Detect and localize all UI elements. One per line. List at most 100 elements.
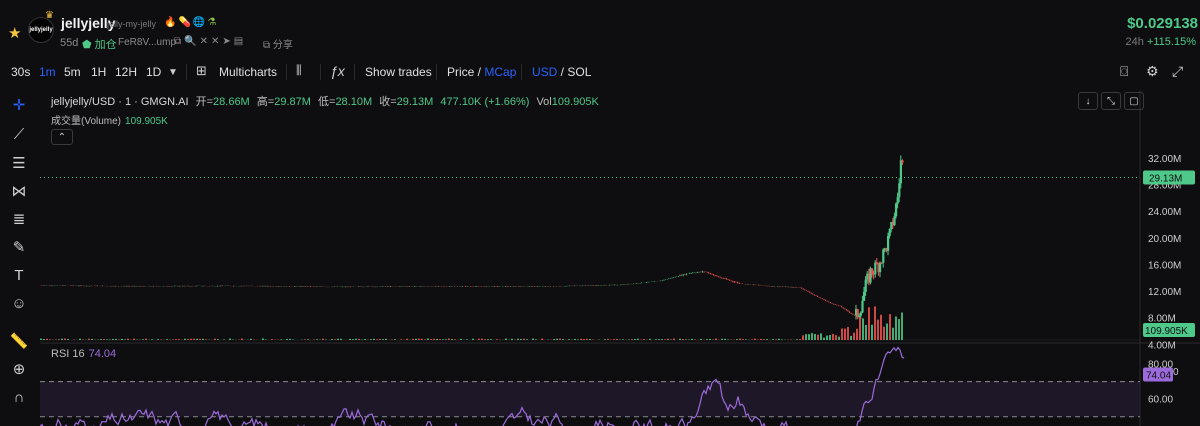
candle-body xyxy=(899,160,902,184)
volume-bar xyxy=(895,316,897,340)
fib-levels-icon[interactable]: ≣ xyxy=(8,208,30,230)
currency-toggle[interactable]: USD / SOL xyxy=(532,65,591,79)
candle-body xyxy=(898,183,901,198)
move-down-icon[interactable]: ↓ xyxy=(1078,92,1098,110)
volume-bar xyxy=(175,339,177,340)
volume-bar xyxy=(799,339,801,340)
candle-body xyxy=(895,203,898,217)
brush-icon[interactable]: ✎ xyxy=(8,236,30,258)
interval-1d[interactable]: 1D xyxy=(146,65,161,79)
volume-bar xyxy=(331,339,333,340)
volume-bar xyxy=(289,338,291,340)
collapse-legend-button[interactable]: ⌃ xyxy=(51,129,73,145)
volume-bar xyxy=(358,338,360,340)
volume-bar xyxy=(880,314,882,340)
interval-dropdown-icon[interactable]: ▼ xyxy=(168,67,178,78)
volume-bar xyxy=(157,339,159,340)
volume-bar xyxy=(901,312,903,340)
show-trades-button[interactable]: Show trades xyxy=(365,65,432,79)
trend-line-icon[interactable]: ⟋ xyxy=(8,123,30,145)
interval-1m[interactable]: 1m xyxy=(39,65,56,79)
volume-bar xyxy=(352,339,354,340)
volume-bar xyxy=(229,338,231,340)
volume-bar xyxy=(43,339,45,340)
volume-bar xyxy=(700,338,702,340)
volume-bar xyxy=(91,338,93,340)
volume-bar xyxy=(64,338,66,340)
interval-30s[interactable]: 30s xyxy=(11,65,30,79)
candle-body xyxy=(875,262,878,265)
volume-bar xyxy=(568,339,570,340)
volume-bar xyxy=(604,339,606,340)
volume-bar xyxy=(490,339,492,340)
settings-gear-icon[interactable]: ⚙ xyxy=(1146,63,1159,80)
price-label: Price xyxy=(447,65,475,79)
close-label: 收= xyxy=(379,96,397,108)
favorite-star-icon[interactable]: ★ xyxy=(8,24,21,42)
chart-area[interactable]: 32.00M 28.00M 24.00M 20.00M 16.00M 12.00M 8.00… xyxy=(40,90,1200,426)
zoom-in-icon[interactable]: ⊕ xyxy=(8,358,30,380)
social-links[interactable]: ⧉🔍✕✕➤▤ xyxy=(174,36,246,47)
candle-body xyxy=(858,315,861,318)
add-position-button[interactable]: ⬟ 加仓 xyxy=(82,36,117,52)
volume-bar xyxy=(586,338,588,340)
volume-bar xyxy=(394,339,396,340)
volume-bar xyxy=(745,339,747,340)
ruler-icon[interactable]: 📏 xyxy=(8,330,30,352)
share-button[interactable]: ⧉ 分享 xyxy=(263,36,293,51)
text-tool-icon[interactable]: T xyxy=(8,264,30,286)
volume-bar xyxy=(844,328,846,340)
vol-value: 109.905K xyxy=(551,96,599,108)
screenshot-camera-icon[interactable]: ⌼ xyxy=(1120,63,1128,80)
magnet-icon[interactable]: ∩ xyxy=(8,386,30,408)
compare-icon[interactable]: ⫼ xyxy=(296,63,302,78)
volume-bar xyxy=(874,306,876,340)
volume-bar xyxy=(334,339,336,340)
multicharts-icon[interactable]: ⊞ xyxy=(196,63,207,79)
emoji-icon[interactable]: ☺ xyxy=(8,292,30,314)
crosshair-icon[interactable]: ✛ xyxy=(8,94,30,116)
volume-bar xyxy=(286,338,288,340)
maximize-pane-icon[interactable]: ▢ xyxy=(1124,92,1144,110)
interval-1h[interactable]: 1H xyxy=(91,65,106,79)
volume-bar xyxy=(250,338,252,340)
volume-bar xyxy=(667,338,669,340)
volume-bar xyxy=(526,339,528,340)
price-toggle[interactable]: Price / MCap xyxy=(447,65,516,79)
indicators-icon[interactable]: ƒx xyxy=(330,63,345,79)
horizontal-lines-icon[interactable]: ☰ xyxy=(8,152,30,174)
volume-bar xyxy=(709,338,711,340)
volume-bar xyxy=(82,339,84,340)
ohlc-legend: jellyjelly/USD · 1 · GMGN.AI 开=28.66M 高=… xyxy=(51,93,599,109)
volume-bar xyxy=(262,338,264,340)
toolbar-divider xyxy=(186,64,187,80)
fullscreen-icon[interactable]: ⤢ xyxy=(1172,63,1183,80)
volume-bar xyxy=(775,339,777,340)
volume-bar xyxy=(433,338,435,340)
volume-bar xyxy=(58,339,60,340)
volume-bar xyxy=(379,338,381,340)
volume-bar xyxy=(199,338,201,340)
volume-bar xyxy=(706,339,708,340)
candle-body xyxy=(859,312,862,316)
volume-bar xyxy=(280,339,282,340)
volume-bar xyxy=(316,339,318,340)
volume-bar xyxy=(772,339,774,340)
multicharts-button[interactable]: Multicharts xyxy=(219,65,277,79)
volume-bar xyxy=(724,338,726,340)
interval-5m[interactable]: 5m xyxy=(64,65,81,79)
mcap-label: MCap xyxy=(484,65,517,79)
volume-bar xyxy=(631,339,633,340)
collapse-pane-icon[interactable]: ⤡ xyxy=(1101,92,1121,110)
volume-bar xyxy=(736,339,738,340)
contract-address[interactable]: FeR8V...ump xyxy=(118,37,176,48)
volume-bar xyxy=(634,338,636,340)
chart-toolbar: 30s 1m 5m 1H 12H 1D ▼ ⊞ Multicharts ⫼ ƒx… xyxy=(0,60,1200,86)
add-position-label: 加仓 xyxy=(94,39,117,51)
sol-label: SOL xyxy=(567,65,592,79)
volume-bar xyxy=(643,339,645,340)
price-chart-svg[interactable]: 32.00M28.00M24.00M20.00M16.00M12.00M8.00… xyxy=(40,90,1200,426)
pattern-icon[interactable]: ⋈ xyxy=(8,180,30,202)
interval-12h[interactable]: 12H xyxy=(115,65,137,79)
volume-bar xyxy=(763,339,765,340)
